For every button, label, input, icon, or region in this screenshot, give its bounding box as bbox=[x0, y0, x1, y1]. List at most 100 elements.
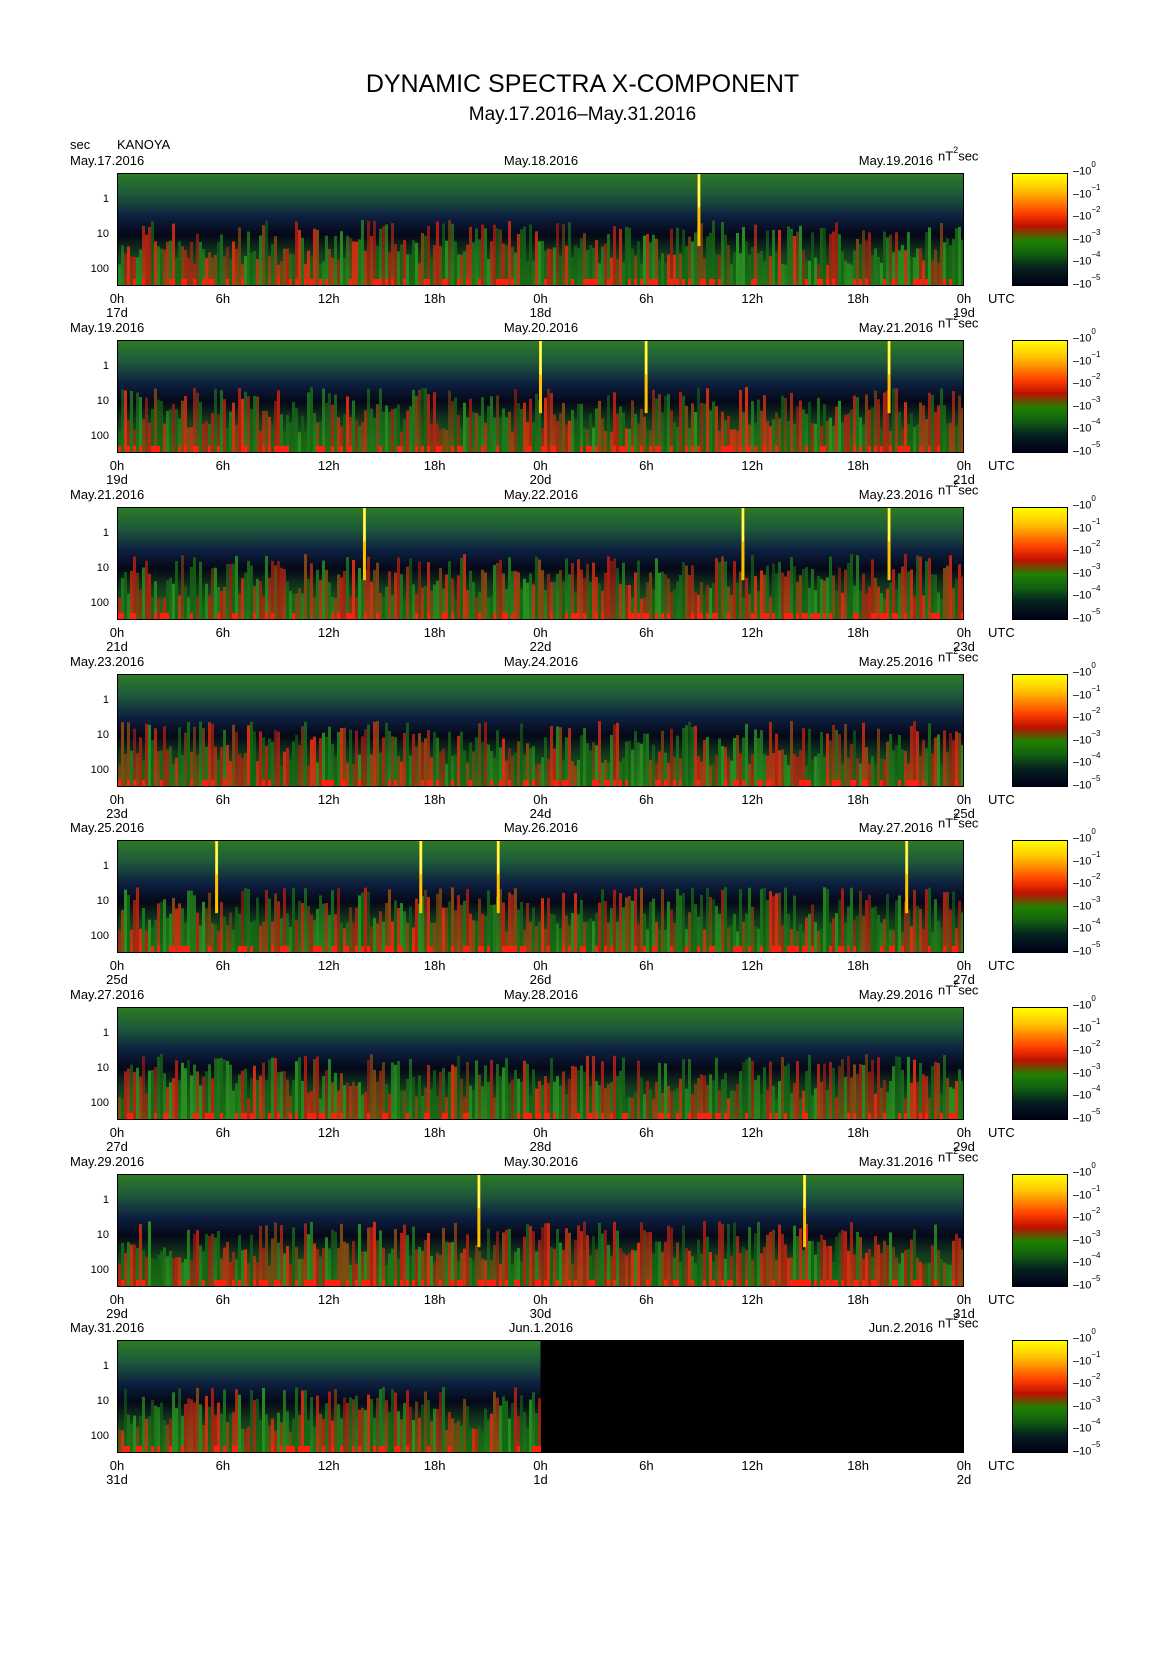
spectrum-column bbox=[802, 250, 805, 285]
colorbar-unit-exp: 2 bbox=[953, 312, 959, 322]
spectrum-column bbox=[157, 1056, 160, 1119]
spectrum-hot-cell bbox=[535, 1280, 538, 1286]
spectrum-column bbox=[406, 922, 409, 952]
spectrum-column bbox=[742, 1062, 745, 1119]
spectrum-column bbox=[154, 1259, 157, 1286]
spectrum-column bbox=[628, 428, 631, 452]
spectrum-column bbox=[208, 892, 211, 952]
colorbar-tick-exp: −1 bbox=[1091, 849, 1101, 859]
spectrum-column bbox=[571, 410, 574, 452]
spectrum-column bbox=[184, 395, 187, 452]
spectrum-hot-cell bbox=[508, 946, 511, 952]
spectrum-hot-cell bbox=[874, 446, 877, 452]
spectrum-hot-cell bbox=[934, 1280, 937, 1286]
spectrum-hot-cell bbox=[562, 780, 565, 786]
spectrum-column bbox=[694, 725, 697, 786]
spectrum-hot-cell bbox=[595, 1113, 598, 1119]
spectrum-column bbox=[490, 1059, 493, 1119]
spectrum-column bbox=[694, 232, 697, 285]
spectrum-hot-cell bbox=[568, 1280, 571, 1286]
spectrum-hot-cell bbox=[625, 1113, 628, 1119]
spectrum-column bbox=[940, 1259, 943, 1286]
spectrum-hot-cell bbox=[319, 279, 322, 285]
spectrum-hot-cell bbox=[439, 446, 442, 452]
spectrum-column bbox=[823, 756, 826, 786]
spectrum-hot-cell bbox=[442, 1113, 445, 1119]
spectrum-column bbox=[427, 226, 430, 285]
spectrum-column bbox=[151, 221, 154, 285]
spectrum-column bbox=[121, 1430, 124, 1452]
spectrum-column bbox=[631, 1097, 634, 1119]
spectrum-hot-cell bbox=[517, 1446, 520, 1452]
spectrum-column bbox=[490, 1413, 493, 1452]
spectrum-column bbox=[136, 257, 139, 285]
spectrum-hot-cell bbox=[334, 946, 337, 952]
spectrum-hot-cell bbox=[529, 1113, 532, 1119]
spectrum-column bbox=[592, 742, 595, 786]
spectrum-hot-cell bbox=[784, 1113, 787, 1119]
spectrum-column bbox=[400, 574, 403, 619]
spectrum-hot-cell bbox=[307, 1280, 310, 1286]
spectrum-hot-cell bbox=[790, 1280, 793, 1286]
spectrum-column bbox=[226, 1242, 229, 1286]
spectrum-column bbox=[184, 586, 187, 619]
spectrum-column bbox=[907, 571, 910, 619]
spectrum-hot-cell bbox=[427, 279, 430, 285]
spectrum-column bbox=[457, 735, 460, 786]
spectrum-column bbox=[823, 1063, 826, 1119]
spectrum-column bbox=[325, 235, 328, 285]
spectrum-column bbox=[664, 574, 667, 619]
spectrum-column bbox=[463, 1248, 466, 1286]
x-tick-label: 18h bbox=[847, 1458, 869, 1473]
spectrum-column bbox=[361, 736, 364, 786]
spectrum-hot-cell bbox=[271, 613, 274, 619]
spectrum-hot-cell bbox=[688, 279, 691, 285]
spectrum-column bbox=[763, 260, 766, 285]
x-tick-label: 12h bbox=[741, 1292, 764, 1307]
spectrum-column bbox=[439, 888, 442, 952]
spectrum-hot-cell bbox=[223, 1446, 226, 1452]
spectrum-column bbox=[763, 395, 766, 452]
spectrum-column bbox=[313, 1426, 316, 1452]
spectrum-column bbox=[664, 1063, 667, 1119]
spectrum-column bbox=[118, 930, 121, 952]
spectrum-column bbox=[397, 1411, 400, 1452]
spectrum-column bbox=[286, 1079, 289, 1119]
spectrum-column bbox=[301, 726, 304, 786]
spectrum-hot-cell bbox=[538, 1113, 541, 1119]
spectrum-hot-cell bbox=[691, 613, 694, 619]
spectrum-column bbox=[961, 239, 963, 285]
date-left-label: May.17.2016 bbox=[70, 153, 145, 168]
spectrum-column bbox=[727, 244, 730, 285]
colorbar-tick-base: –10 bbox=[1073, 544, 1092, 557]
spectrum-column bbox=[937, 920, 940, 952]
spectrum-column bbox=[277, 561, 280, 619]
spectrum-column bbox=[427, 730, 430, 786]
spectrum-column bbox=[553, 581, 556, 619]
spectrum-column bbox=[571, 1263, 574, 1286]
spectrum-column bbox=[943, 567, 946, 619]
spectrum-column bbox=[394, 1229, 397, 1286]
spectrum-column bbox=[730, 264, 733, 285]
spectrum-hot-cell bbox=[244, 446, 247, 452]
colorbar-unit-suffix: sec bbox=[958, 482, 979, 498]
spectrum-column bbox=[220, 1413, 223, 1452]
spectrum-column bbox=[433, 923, 436, 952]
spectrum-column bbox=[460, 904, 463, 952]
spectrum-column bbox=[475, 1060, 478, 1119]
spectrum-column bbox=[562, 402, 565, 452]
spectrum-column bbox=[709, 232, 712, 285]
spectrum-hot-cell bbox=[412, 946, 415, 952]
spectrum-hot-cell bbox=[601, 613, 604, 619]
spectrum-column bbox=[868, 232, 871, 285]
spectrum-column bbox=[883, 231, 886, 285]
spectrum-column bbox=[343, 1085, 346, 1119]
day-start-label: 23d bbox=[106, 806, 128, 821]
spectrum-hot-cell bbox=[541, 446, 544, 452]
spectrum-column bbox=[961, 576, 963, 619]
spectrum-hot-cell bbox=[700, 613, 703, 619]
spectrum-column bbox=[796, 756, 799, 786]
date-left-label: May.31.2016 bbox=[70, 1320, 145, 1335]
spectrum-column bbox=[736, 1236, 739, 1286]
spectrum-hot-cell bbox=[664, 1280, 667, 1286]
